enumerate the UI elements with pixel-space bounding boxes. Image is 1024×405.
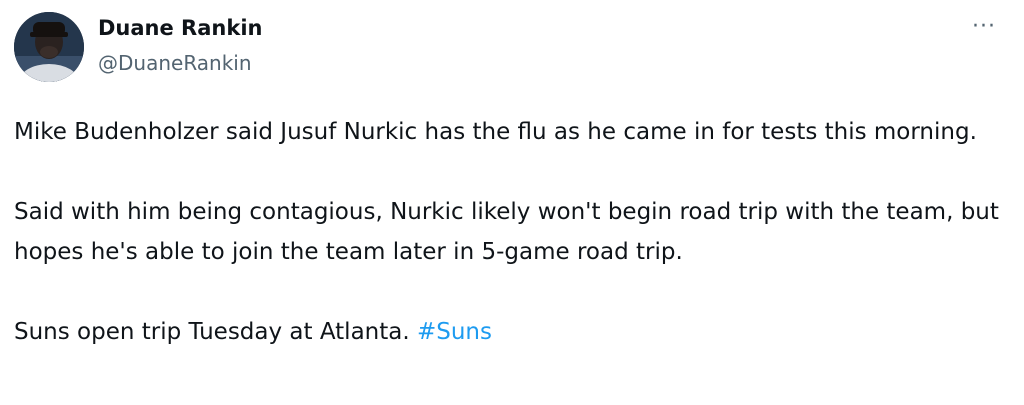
tweet-paragraph: Suns open trip Tuesday at Atlanta. #Suns <box>14 312 1004 352</box>
hashtag-link[interactable]: #Suns <box>417 319 492 345</box>
avatar-photo-icon <box>14 12 84 82</box>
more-options-button[interactable]: ··· <box>968 16 1000 48</box>
tweet-paragraph: Mike Budenholzer said Jusuf Nurkic has t… <box>14 119 977 145</box>
author-display-name[interactable]: Duane Rankin <box>98 14 262 42</box>
tweet-text: Mike Budenholzer said Jusuf Nurkic has t… <box>14 112 1004 352</box>
more-options-icon: ··· <box>972 14 996 39</box>
tweet-paragraph: Said with him being contagious, Nurkic l… <box>14 199 999 265</box>
tweet-card: Duane Rankin @DuaneRankin ··· Mike Buden… <box>0 0 1024 405</box>
author-info: Duane Rankin @DuaneRankin <box>98 14 262 77</box>
author-handle[interactable]: @DuaneRankin <box>98 49 262 77</box>
tweet-paragraph-text: Suns open trip Tuesday at Atlanta. <box>14 319 417 345</box>
avatar[interactable] <box>14 12 84 82</box>
